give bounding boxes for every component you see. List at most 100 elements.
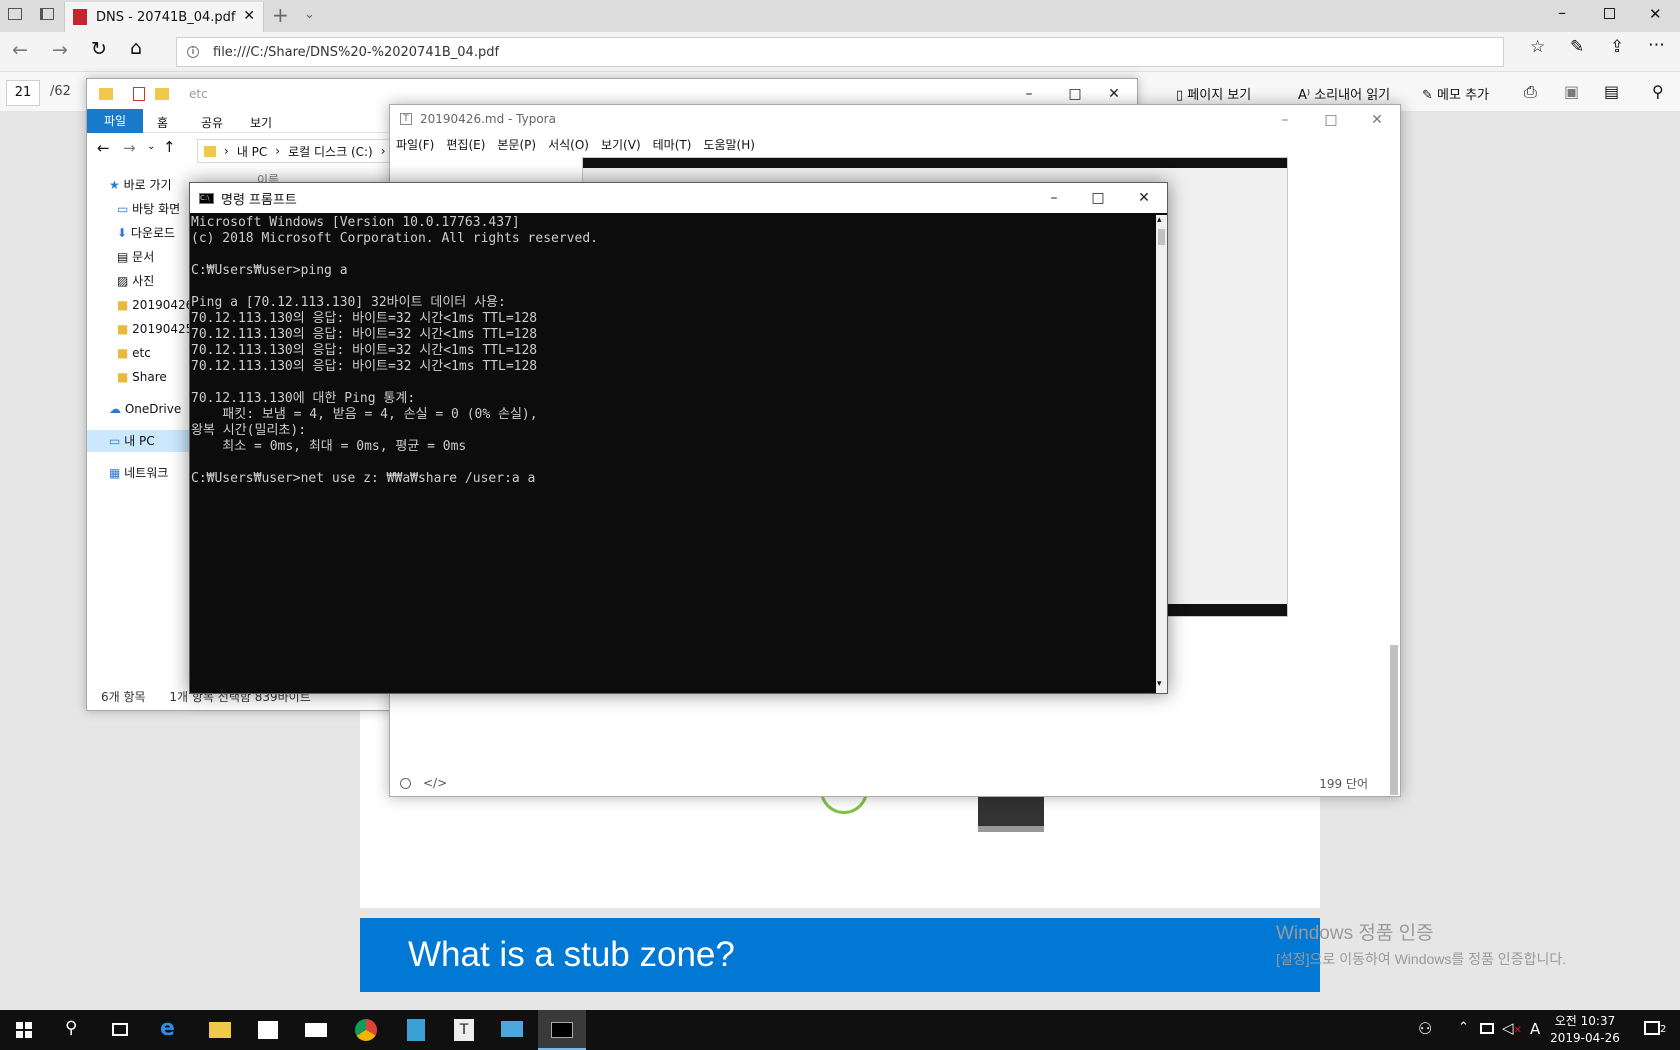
properties-icon[interactable] <box>133 87 145 101</box>
refresh-icon[interactable]: ↻ <box>91 38 107 60</box>
up-icon[interactable]: ↑ <box>163 138 176 156</box>
close-tab-icon[interactable]: ✕ <box>243 8 255 24</box>
close-icon[interactable]: ✕ <box>1121 183 1167 213</box>
cloud-icon: ☁ <box>109 402 121 416</box>
ribbon-tab-home[interactable]: 홈 <box>157 114 168 131</box>
outline-toggle-icon[interactable] <box>400 777 411 789</box>
recent-chevron-icon[interactable]: ⌄ <box>147 141 155 152</box>
nav-item-share[interactable]: ■ Share <box>87 366 197 388</box>
nav-item-documents[interactable]: ▤ 문서 <box>87 246 197 268</box>
word-count[interactable]: 199 단어 <box>1319 775 1368 792</box>
nav-item-desktop[interactable]: ▭ 바탕 화면 <box>87 198 197 220</box>
tab-pdf[interactable]: DNS - 20741B_04.pdf ✕ <box>64 2 264 32</box>
page-number-input[interactable]: 21 <box>6 80 40 106</box>
save-icon[interactable]: ▣ <box>1564 82 1579 101</box>
nav-item-folder[interactable]: ■ 20190426 <box>87 294 197 316</box>
nav-item-etc[interactable]: ■ etc <box>87 342 197 364</box>
minimize-icon[interactable]: – <box>1262 105 1308 135</box>
nav-item-network[interactable]: ▦ 네트워크 <box>87 462 197 484</box>
minimize-icon[interactable]: – <box>1558 3 1566 22</box>
search-button[interactable]: ⚲ <box>48 1010 96 1050</box>
people-icon[interactable]: ⚇ <box>1418 1019 1432 1038</box>
nav-item-label: 20190426 <box>132 298 194 312</box>
taskbar-cmd[interactable] <box>538 1010 586 1050</box>
address-bar[interactable]: i file:///C:/Share/DNS%20-%2020741B_04.p… <box>176 37 1504 67</box>
menu-paragraph[interactable]: 본문(P) <box>497 136 536 153</box>
restore-icon[interactable] <box>1604 8 1615 19</box>
home-icon[interactable]: ⌂ <box>130 37 142 59</box>
network-icon[interactable] <box>1480 1023 1494 1034</box>
folder-icon: ■ <box>117 370 129 384</box>
nav-item-this-pc[interactable]: ▭ 내 PC <box>87 430 197 452</box>
nav-item-downloads[interactable]: ⬇ 다운로드 <box>87 222 197 244</box>
set-aside-tabs-icon[interactable] <box>40 8 54 20</box>
more-icon[interactable]: ⋯ <box>1648 35 1665 55</box>
taskbar-edge[interactable]: e <box>146 1010 194 1050</box>
volume-muted-icon[interactable]: ◁✕ <box>1502 1019 1522 1037</box>
menu-format[interactable]: 서식(O) <box>548 136 589 153</box>
scroll-down-icon[interactable]: ▾ <box>1157 679 1162 689</box>
forward-icon[interactable]: → <box>52 39 68 61</box>
console-output[interactable]: Microsoft Windows [Version 10.0.17763.43… <box>190 215 1158 693</box>
breadcrumb-local-disk[interactable]: 로컬 디스크 (C:) <box>288 143 373 160</box>
ime-indicator[interactable]: A <box>1530 1020 1540 1038</box>
taskbar-app[interactable] <box>392 1010 440 1050</box>
ribbon-tab-share[interactable]: 공유 <box>201 114 223 131</box>
save-as-icon[interactable]: ▤ <box>1604 82 1619 101</box>
screenshot-taskbar <box>583 158 1287 168</box>
pdf-section-heading: What is a stub zone? <box>360 918 1320 992</box>
scrollbar-thumb[interactable] <box>1158 229 1165 245</box>
favorites-icon[interactable]: ☆ <box>1530 37 1545 57</box>
nav-item-onedrive[interactable]: ☁ OneDrive <box>87 398 197 420</box>
action-center-button[interactable]: 2 <box>1636 1018 1676 1044</box>
menu-help[interactable]: 도움말(H) <box>703 136 755 153</box>
nav-item-quick-access[interactable]: ★ 바로 가기 <box>87 174 197 196</box>
ribbon-tab-view[interactable]: 보기 <box>250 114 272 131</box>
ribbon-tab-file[interactable]: 파일 <box>87 109 143 133</box>
source-code-icon[interactable]: </> <box>423 776 447 790</box>
share-icon[interactable]: ⇪ <box>1610 37 1624 57</box>
read-aloud-button[interactable]: A⁾ 소리내어 읽기 <box>1298 84 1390 103</box>
back-icon[interactable]: ← <box>12 39 28 61</box>
maximize-icon[interactable]: □ <box>1308 105 1354 135</box>
forward-icon[interactable]: → <box>123 139 136 157</box>
menu-view[interactable]: 보기(V) <box>601 136 641 153</box>
new-folder-icon[interactable] <box>155 88 169 100</box>
nav-item-label: 네트워크 <box>124 466 169 480</box>
pen-icon[interactable]: ✎ <box>1570 37 1584 57</box>
taskbar-typora[interactable]: T <box>440 1010 488 1050</box>
page-view-button[interactable]: ▯ 페이지 보기 <box>1176 84 1251 103</box>
pin-icon[interactable]: ⚲ <box>1652 82 1664 101</box>
menu-themes[interactable]: 테마(T) <box>653 136 692 153</box>
tab-preview-icon[interactable] <box>8 8 22 20</box>
clock[interactable]: 오전 10:37 2019-04-26 <box>1550 1013 1620 1047</box>
taskbar-store[interactable] <box>244 1010 292 1050</box>
nav-item-pictures[interactable]: ▨ 사진 <box>87 270 197 292</box>
pdf-icon <box>73 9 87 25</box>
info-icon[interactable]: i <box>187 46 199 58</box>
close-icon[interactable]: ✕ <box>1354 105 1400 135</box>
taskbar-explorer[interactable] <box>196 1010 244 1050</box>
minimize-icon[interactable]: – <box>1031 183 1077 213</box>
cmd-scrollbar[interactable]: ▴ ▾ <box>1156 215 1167 693</box>
taskbar-chrome[interactable] <box>342 1010 390 1050</box>
menu-edit[interactable]: 편집(E) <box>446 136 485 153</box>
new-tab-icon[interactable]: + <box>272 3 289 27</box>
close-icon[interactable]: ✕ <box>1649 5 1662 23</box>
task-view-button[interactable] <box>96 1010 144 1050</box>
maximize-icon[interactable]: □ <box>1075 183 1121 213</box>
print-icon[interactable]: ⎙ <box>1524 82 1537 102</box>
read-aloud-label: 소리내어 읽기 <box>1314 88 1391 103</box>
scroll-up-icon[interactable]: ▴ <box>1157 215 1162 225</box>
breadcrumb-this-pc[interactable]: 내 PC <box>237 143 267 160</box>
back-icon[interactable]: ← <box>97 139 110 157</box>
chevron-down-icon[interactable]: ⌄ <box>304 7 315 22</box>
start-button[interactable] <box>0 1010 48 1050</box>
add-note-button[interactable]: ✎ 메모 추가 <box>1422 84 1489 103</box>
taskbar-remote[interactable] <box>488 1010 536 1050</box>
show-hidden-icons-icon[interactable]: ⌃ <box>1458 1020 1469 1035</box>
menu-file[interactable]: 파일(F) <box>396 136 434 153</box>
nav-item-folder[interactable]: ■ 20190425 <box>87 318 197 340</box>
taskbar-mail[interactable] <box>292 1010 340 1050</box>
download-icon: ⬇ <box>117 226 128 240</box>
